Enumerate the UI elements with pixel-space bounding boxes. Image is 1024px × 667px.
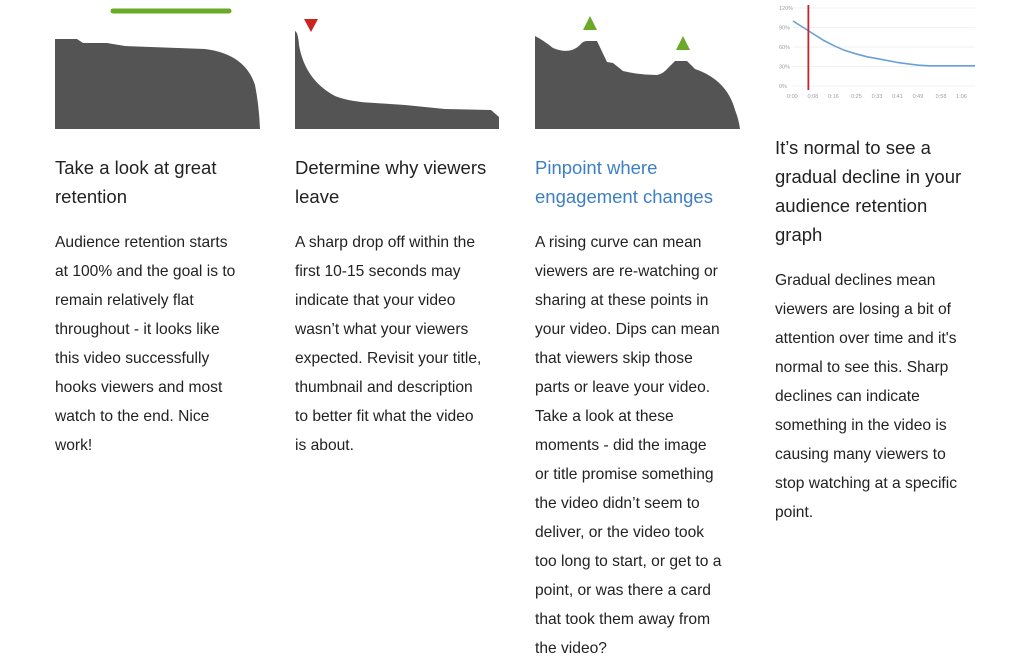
x-tick-label: 0:16 bbox=[828, 94, 839, 100]
section-heading: It’s normal to see a gradual decline in … bbox=[775, 137, 962, 245]
y-tick-label: 120% bbox=[779, 6, 793, 12]
column-viewers-leave: Determine why viewers leave A sharp drop… bbox=[295, 0, 510, 454]
section-body: A rising curve can mean viewers are re-w… bbox=[535, 234, 722, 657]
x-tick-label: 0:58 bbox=[936, 94, 947, 100]
engagement-svg bbox=[535, 16, 740, 129]
retention-area bbox=[55, 39, 260, 129]
x-tick-label: 0:49 bbox=[913, 94, 924, 100]
sharp-drop-graph bbox=[295, 0, 500, 130]
x-tick-label: 0:08 bbox=[808, 94, 819, 100]
gradual-decline-chart: 0% 30% 60% 90% 120% 0:00 0:08 0:16 0:25 0:33 0:41… bbox=[765, 0, 980, 120]
retention-area bbox=[295, 31, 499, 129]
flat-retention-svg bbox=[55, 8, 260, 129]
column-great-retention: Take a look at great retention Audience … bbox=[55, 0, 270, 454]
section-heading: Take a look at great retention bbox=[55, 157, 217, 207]
flat-retention-graph bbox=[55, 0, 260, 130]
x-tick-label: 1:06 bbox=[956, 94, 967, 100]
y-tick-label: 30% bbox=[779, 65, 790, 71]
x-tick-label: 0:25 bbox=[851, 94, 862, 100]
column-engagement-changes: Pinpoint where engagement changes A risi… bbox=[535, 0, 750, 657]
y-tick-label: 60% bbox=[779, 45, 790, 51]
column-gradual-decline: 0% 30% 60% 90% 120% 0:00 0:08 0:16 0:25 0:33 0:41… bbox=[775, 0, 990, 521]
red-down-triangle-icon bbox=[304, 19, 318, 32]
section-heading-link[interactable]: Pinpoint where engagement changes bbox=[535, 153, 745, 211]
section-heading: Determine why viewers leave bbox=[295, 157, 487, 207]
x-tick-label: 0:41 bbox=[892, 94, 903, 100]
section-body: Gradual declines mean viewers are losing… bbox=[775, 272, 958, 521]
green-up-triangle-icon bbox=[676, 36, 690, 50]
y-tick-label: 90% bbox=[779, 26, 790, 32]
sharp-drop-svg bbox=[295, 19, 499, 129]
green-up-triangle-icon bbox=[583, 16, 597, 30]
retention-area bbox=[535, 36, 740, 129]
x-tick-label: 0:33 bbox=[872, 94, 883, 100]
section-body: A sharp drop off within the first 10-15 … bbox=[295, 234, 482, 454]
engagement-changes-graph bbox=[535, 0, 740, 130]
x-tick-label: 0:00 bbox=[787, 94, 798, 100]
retention-line-chart: 0% 30% 60% 90% 120% 0:00 0:08 0:16 0:25 0:33 0:41… bbox=[779, 5, 975, 100]
y-tick-label: 0% bbox=[779, 84, 787, 90]
section-body: Audience retention starts at 100% and th… bbox=[55, 234, 236, 454]
